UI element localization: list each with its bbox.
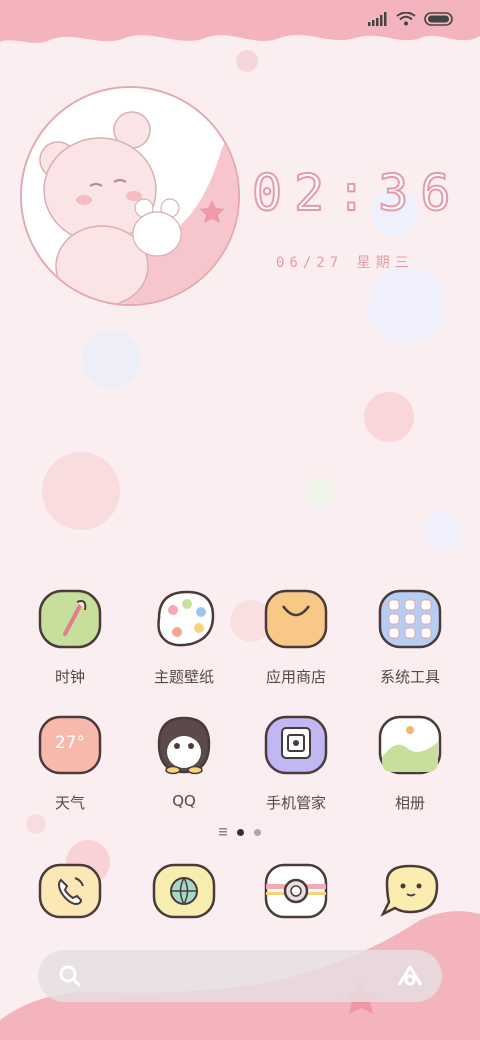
weather-icon: 27°	[38, 715, 102, 775]
penguin-icon	[157, 716, 211, 775]
message-bubble-icon	[380, 864, 439, 917]
app-label: 相册	[394, 794, 425, 812]
battery-icon	[424, 12, 453, 26]
background-bubble	[306, 478, 334, 506]
page-dot-active	[237, 828, 244, 836]
search-bar[interactable]	[38, 950, 442, 1004]
app-system-tools[interactable]: 系统工具	[350, 588, 470, 687]
app-label: 时钟	[54, 668, 85, 686]
camera-icon	[264, 863, 328, 919]
signal-icon	[368, 12, 387, 26]
app-qq[interactable]: QQ	[124, 714, 244, 810]
app-weather[interactable]: 27° 天气	[10, 714, 130, 813]
phone-icon	[38, 863, 102, 919]
clock-time: 02:36	[251, 163, 463, 223]
shopping-bag-icon	[264, 589, 328, 649]
bear-clock-widget[interactable]	[20, 86, 240, 306]
dock-phone[interactable]	[10, 862, 130, 924]
weather-temperature: 27°	[55, 733, 85, 753]
palette-icon	[157, 590, 215, 647]
app-store[interactable]: 应用商店	[236, 588, 356, 687]
assistant-icon[interactable]	[396, 964, 424, 988]
dock-camera[interactable]	[236, 862, 356, 924]
bear-illustration	[22, 88, 238, 304]
app-clock[interactable]: 时钟	[10, 588, 130, 687]
background-bubble	[424, 512, 462, 550]
clock-feather-icon	[38, 589, 102, 649]
app-gallery[interactable]: 相册	[350, 714, 470, 813]
background-bubble	[236, 50, 258, 72]
page-dot	[254, 828, 261, 836]
dock-messages[interactable]	[350, 862, 470, 924]
app-phone-manager[interactable]: 手机管家	[236, 714, 356, 813]
page-indicator[interactable]	[0, 828, 480, 836]
gallery-icon	[378, 715, 442, 775]
app-label: 天气	[54, 794, 85, 812]
menu-lines-icon	[219, 828, 227, 836]
dock-browser[interactable]	[124, 862, 244, 924]
background-bubble	[82, 330, 140, 388]
background-bubble	[42, 452, 120, 530]
app-theme-wallpaper[interactable]: 主题壁纸	[124, 588, 244, 687]
tools-folder-icon	[378, 589, 442, 649]
safe-icon	[264, 715, 328, 775]
search-icon[interactable]	[58, 964, 82, 988]
status-bar-icons	[368, 12, 454, 26]
clock-date: 06/27 星期三	[276, 255, 414, 271]
wifi-icon	[396, 12, 416, 26]
background-bubble	[364, 392, 414, 442]
background-bubble	[368, 266, 446, 344]
app-label: QQ	[172, 792, 196, 810]
app-label: 系统工具	[379, 668, 440, 686]
app-label: 手机管家	[265, 794, 326, 812]
search-input[interactable]	[96, 950, 380, 1004]
app-label: 应用商店	[265, 668, 326, 686]
app-label: 主题壁纸	[153, 668, 214, 686]
globe-icon	[152, 863, 216, 919]
